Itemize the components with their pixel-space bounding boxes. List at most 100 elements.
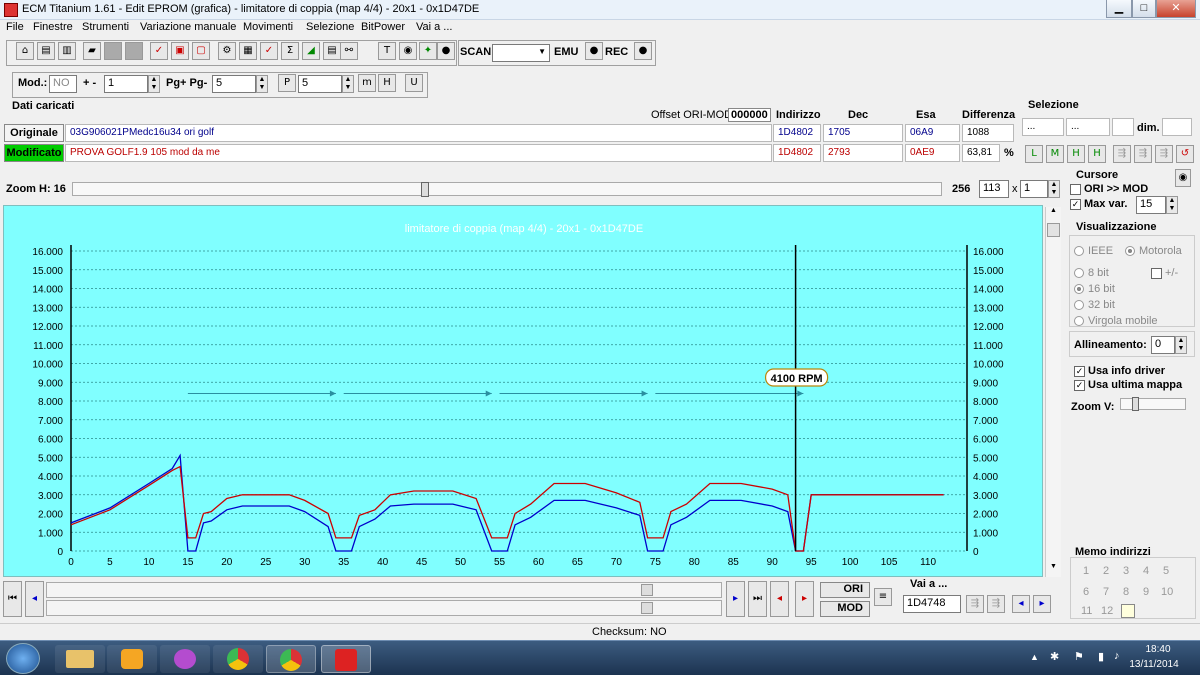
plusminus-spinner[interactable]: ▲ ▼	[148, 75, 160, 93]
virgola-radio[interactable]	[1074, 316, 1084, 326]
menu-vai-a[interactable]: Vai a ...	[416, 21, 452, 33]
minimize-button[interactable]: ▁	[1106, 0, 1132, 18]
p-field[interactable]: 5	[298, 75, 342, 93]
memo-1[interactable]: 1	[1083, 565, 1089, 577]
max-var-checkbox[interactable]: ✓	[1070, 199, 1081, 210]
zoom-h-thumb[interactable]	[421, 182, 429, 197]
zoom-cols-field[interactable]: 113	[979, 180, 1009, 198]
maximize-button[interactable]: □	[1132, 0, 1156, 18]
ultima-mappa-checkbox[interactable]: ✓	[1074, 380, 1085, 391]
windows-icon[interactable]: ▤	[37, 42, 55, 60]
motorola-radio[interactable]	[1125, 246, 1135, 256]
rec-button[interactable]: ●	[634, 42, 652, 60]
ecm-titanium-taskbar-icon[interactable]	[321, 645, 371, 673]
flag-icon[interactable]: ≡	[874, 588, 892, 606]
home-icon[interactable]: ⌂	[16, 42, 34, 60]
save-as-icon[interactable]	[125, 42, 143, 60]
info-driver-checkbox[interactable]: ✓	[1074, 366, 1085, 377]
tune-icon[interactable]: T	[378, 42, 396, 60]
messenger-icon[interactable]	[160, 645, 210, 673]
checksum-icon[interactable]: ✓	[260, 42, 278, 60]
vai-a-field[interactable]: 1D4748	[903, 595, 961, 613]
graph-icon[interactable]: ◢	[302, 42, 320, 60]
panel-icon[interactable]: ▥	[58, 42, 76, 60]
first-icon[interactable]: ⏮	[3, 581, 22, 617]
select-tool-2-icon[interactable]: ⇶	[1134, 145, 1152, 163]
memo-6[interactable]: 6	[1083, 586, 1089, 598]
8bit-radio[interactable]	[1074, 268, 1084, 278]
select-copy-icon[interactable]: H	[1067, 145, 1085, 163]
select-start-icon[interactable]: L	[1025, 145, 1043, 163]
h-scroll-1[interactable]	[46, 582, 722, 598]
memo-5[interactable]: 5	[1163, 565, 1169, 577]
zoom-h-slider[interactable]	[72, 182, 942, 197]
16bit-radio[interactable]	[1074, 284, 1084, 294]
plusminus-field[interactable]: 1	[104, 75, 148, 93]
u-icon[interactable]: U	[405, 74, 423, 92]
menu-strumenti[interactable]: Strumenti	[82, 21, 129, 33]
scan-select[interactable]: ▼	[492, 44, 550, 62]
max-var-field[interactable]: 15	[1136, 196, 1166, 214]
memo-3[interactable]: 3	[1123, 565, 1129, 577]
binoculars-icon[interactable]: ⚯	[340, 42, 358, 60]
compare-icon[interactable]: ◂	[770, 581, 789, 617]
chip-icon[interactable]: ⚙	[218, 42, 236, 60]
mod-field[interactable]: NO	[49, 75, 77, 93]
chart-vscroll-thumb[interactable]	[1047, 223, 1060, 237]
memo-11[interactable]: 11	[1081, 605, 1092, 617]
explorer-icon[interactable]	[55, 645, 105, 673]
dim-field[interactable]	[1162, 118, 1192, 136]
memo-2[interactable]: 2	[1103, 565, 1109, 577]
menu-file[interactable]: File	[6, 21, 24, 33]
zoom-rows-spinner[interactable]: ▲ ▼	[1048, 180, 1060, 198]
menu-selezione[interactable]: Selezione	[306, 21, 354, 33]
allineamento-field[interactable]: 0	[1151, 336, 1175, 354]
selezione-field-3[interactable]	[1112, 118, 1134, 136]
action-center-icon[interactable]: ⚑	[1074, 650, 1084, 663]
memo-9[interactable]: 9	[1143, 586, 1149, 598]
select-all-icon[interactable]: H	[1088, 145, 1106, 163]
page-icon[interactable]: P	[278, 74, 296, 92]
h-icon[interactable]: H	[378, 74, 396, 92]
h-scroll-1-thumb[interactable]	[641, 584, 653, 596]
goto-prev-icon[interactable]: ◂	[1012, 595, 1030, 613]
close-button[interactable]: ✕	[1156, 0, 1196, 18]
last-icon[interactable]: ⏭	[748, 581, 767, 617]
cursor-lock-icon[interactable]: ◉	[1175, 169, 1191, 187]
pg-spinner[interactable]: ▲ ▼	[256, 75, 268, 93]
tray-arrow-icon[interactable]: ▲	[1030, 652, 1039, 662]
selezione-field-1[interactable]: ...	[1022, 118, 1064, 136]
selezione-field-2[interactable]: ...	[1066, 118, 1110, 136]
scroll-down-icon[interactable]: ▼	[1046, 563, 1061, 575]
undo-icon[interactable]: ↺	[1176, 145, 1194, 163]
chart-vscroll[interactable]: ▲ ▼	[1045, 207, 1061, 577]
allineamento-spinner[interactable]: ▲ ▼	[1175, 336, 1187, 354]
32bit-radio[interactable]	[1074, 300, 1084, 310]
record-dot-icon[interactable]: ●	[437, 42, 455, 60]
lock-icon[interactable]: ◉	[399, 42, 417, 60]
ori-mod-checkbox[interactable]	[1070, 184, 1081, 195]
delete-icon[interactable]: ▢	[192, 42, 210, 60]
volume-icon[interactable]: ♪	[1114, 650, 1120, 662]
calc-icon[interactable]: ▦	[239, 42, 257, 60]
ieee-radio[interactable]	[1074, 246, 1084, 256]
clock-date[interactable]: 13/11/2014	[1124, 659, 1184, 670]
memo-icon[interactable]	[1121, 604, 1135, 618]
chrome-icon-1[interactable]	[213, 645, 263, 673]
m-icon[interactable]: m	[358, 74, 376, 92]
prev-icon[interactable]: ◂	[25, 581, 44, 617]
goto-tool-1-icon[interactable]: ⇶	[966, 595, 984, 613]
select-tool-1-icon[interactable]: ⇶	[1113, 145, 1131, 163]
chrome-icon-2[interactable]	[266, 645, 316, 673]
h-scroll-2-thumb[interactable]	[641, 602, 653, 614]
memo-8[interactable]: 8	[1123, 586, 1129, 598]
max-var-spinner[interactable]: ▲ ▼	[1166, 196, 1178, 214]
run-icon[interactable]: ✦	[419, 42, 437, 60]
menu-movimenti[interactable]: Movimenti	[243, 21, 293, 33]
open-folder-icon[interactable]: ▰	[83, 42, 101, 60]
dtc-icon[interactable]: ▣	[171, 42, 189, 60]
zoom-v-slider[interactable]	[1120, 397, 1186, 411]
emu-button[interactable]: ●	[585, 42, 603, 60]
mod-button[interactable]: MOD	[820, 601, 870, 617]
select-end-icon[interactable]: M	[1046, 145, 1064, 163]
